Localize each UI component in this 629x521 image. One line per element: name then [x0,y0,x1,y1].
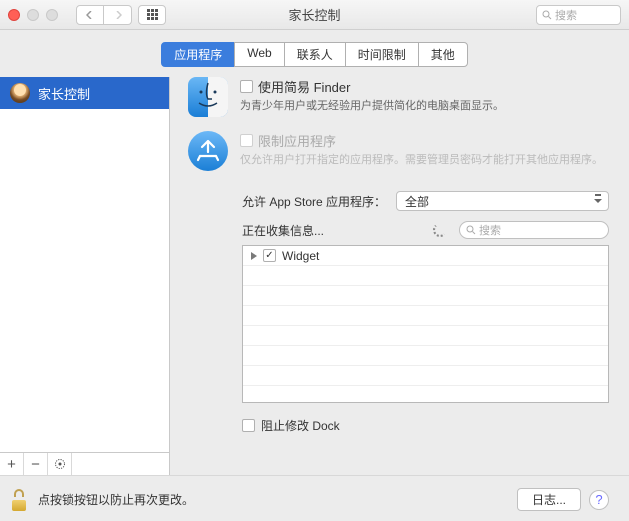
add-user-button[interactable]: + [0,453,24,475]
app-list[interactable]: ✓ Widget [242,245,609,403]
forward-button[interactable] [104,5,132,25]
window-title: 家长控制 [288,5,340,24]
sidebar-item-label: 家长控制 [38,84,90,103]
search-icon [542,10,552,20]
sidebar-item-parental[interactable]: 家长控制 [0,77,169,109]
show-all-button[interactable] [138,5,166,25]
prevent-dock-label: 阻止修改 Dock [261,417,340,434]
footer: 点按锁按钮以防止再次更改。 日志... ? [0,475,629,521]
appstore-allow-select[interactable]: 全部 [396,191,609,211]
limit-apps-label: 限制应用程序 [258,131,336,150]
appstore-allow-label: 允许 App Store 应用程序： [242,193,386,210]
appstore-icon [188,131,228,171]
main-panel: 使用简易 Finder 为青少年用户或无经验用户提供简化的电脑桌面显示。 限制应… [170,77,629,475]
sidebar-toolbar: + − [0,452,169,475]
collecting-label: 正在收集信息... [242,222,324,239]
list-item-checkbox[interactable]: ✓ [263,249,276,262]
limit-apps-checkbox [240,134,253,147]
tab-web[interactable]: Web [234,42,284,67]
close-window-button[interactable] [8,9,20,21]
simple-finder-label: 使用简易 Finder [258,77,350,96]
limit-apps-desc: 仅允许用户打开指定的应用程序。需要管理员密码才能打开其他应用程序。 [240,152,609,169]
toolbar-search-input[interactable]: 搜索 [536,5,621,25]
tab-other[interactable]: 其他 [418,42,468,67]
simple-finder-checkbox[interactable] [240,80,253,93]
tab-apps[interactable]: 应用程序 [161,42,235,67]
action-menu-button[interactable] [48,453,72,475]
user-avatar-icon [10,83,30,103]
titlebar: 家长控制 搜索 [0,0,629,30]
remove-user-button[interactable]: − [24,453,48,475]
disclosure-triangle-icon[interactable] [251,252,257,260]
tab-bar: 应用程序 Web 联系人 时间限制 其他 [0,30,629,77]
list-item-label: Widget [282,249,319,263]
tab-time[interactable]: 时间限制 [345,42,419,67]
log-button[interactable]: 日志... [517,488,581,511]
list-item[interactable]: ✓ Widget [243,246,608,266]
help-button[interactable]: ? [589,490,609,510]
lock-text: 点按锁按钮以防止再次更改。 [38,491,194,508]
lock-icon[interactable] [12,489,30,511]
tab-people[interactable]: 联系人 [284,42,346,67]
maximize-window-button[interactable] [46,9,58,21]
app-search-input[interactable]: 搜索 [459,221,609,239]
back-button[interactable] [76,5,104,25]
sidebar: 家长控制 + − [0,77,170,475]
prevent-dock-checkbox[interactable] [242,419,255,432]
finder-icon [188,77,228,117]
nav-buttons [76,5,132,25]
simple-finder-desc: 为青少年用户或无经验用户提供简化的电脑桌面显示。 [240,98,609,115]
search-icon [466,225,476,235]
gear-icon [54,458,66,470]
minimize-window-button[interactable] [27,9,39,21]
spinner-icon [433,223,447,237]
window-controls [8,9,58,21]
